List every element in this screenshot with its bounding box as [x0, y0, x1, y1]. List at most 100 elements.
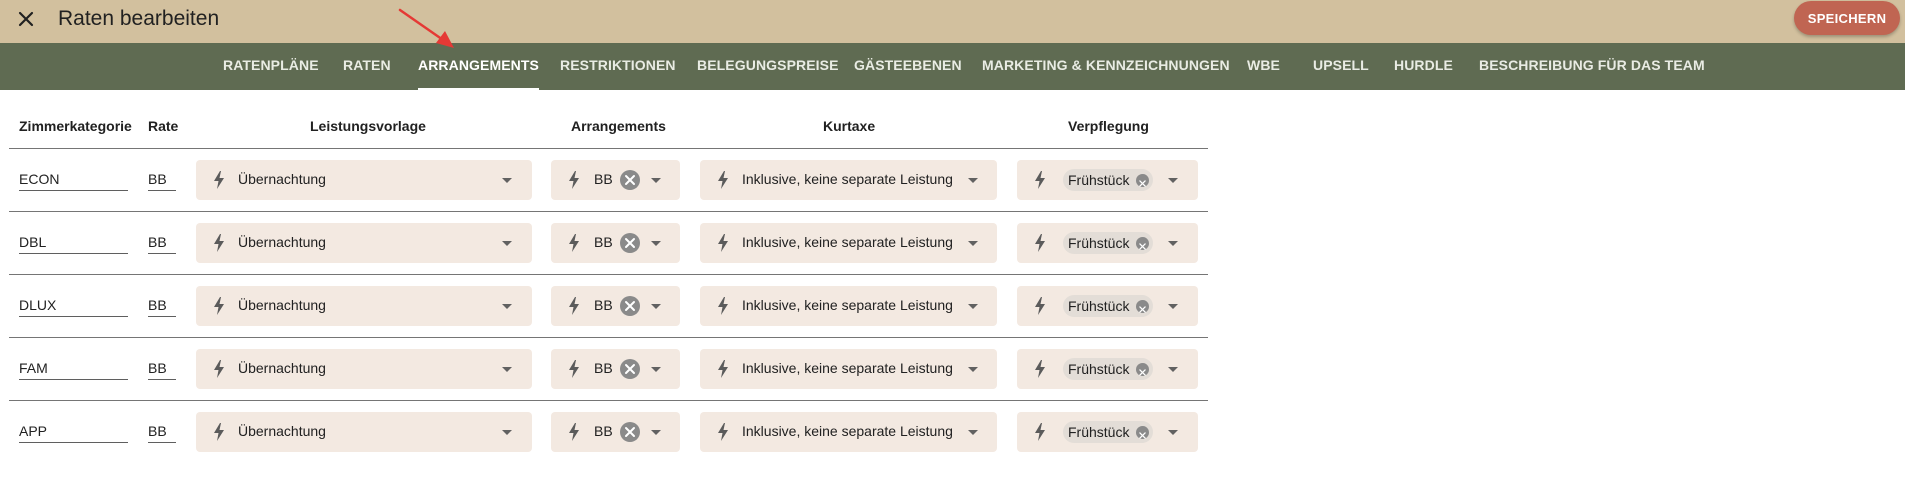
- arrangement-value: BB: [594, 360, 613, 376]
- bolt-icon: [1035, 234, 1045, 252]
- clear-circle-icon[interactable]: [1136, 174, 1150, 187]
- rate-field[interactable]: BB: [148, 297, 167, 313]
- chevron-down-icon[interactable]: [651, 178, 661, 183]
- tab-hurdle[interactable]: HURDLE: [1394, 43, 1453, 90]
- service-template-select[interactable]: Übernachtung: [196, 160, 532, 200]
- catering-select[interactable]: Frühstück: [1017, 160, 1198, 200]
- chevron-down-icon[interactable]: [1168, 430, 1178, 435]
- chevron-down-icon[interactable]: [968, 367, 978, 372]
- tab-ratenplaene[interactable]: RATENPLÄNE: [223, 43, 319, 90]
- rate-field[interactable]: BB: [148, 171, 167, 187]
- chevron-down-icon[interactable]: [968, 304, 978, 309]
- chevron-down-icon[interactable]: [651, 367, 661, 372]
- rate-field[interactable]: BB: [148, 360, 167, 376]
- arrangements-select[interactable]: BB: [551, 223, 680, 263]
- clear-circle-icon[interactable]: [620, 233, 640, 253]
- room-category-underline: [19, 190, 128, 191]
- service-template-select[interactable]: Übernachtung: [196, 286, 532, 326]
- chevron-down-icon[interactable]: [502, 304, 512, 309]
- tab-restriktionen[interactable]: RESTRIKTIONEN: [560, 43, 676, 90]
- room-category-field[interactable]: ECON: [19, 171, 59, 187]
- tab-gaesteebenen[interactable]: GÄSTEEBENEN: [854, 43, 962, 90]
- tab-beschreibung[interactable]: BESCHREIBUNG FÜR DAS TEAM: [1479, 43, 1705, 90]
- bolt-icon: [718, 171, 728, 189]
- save-button[interactable]: SPEICHERN: [1794, 1, 1900, 35]
- arrangements-select[interactable]: BB: [551, 160, 680, 200]
- room-category-field[interactable]: DLUX: [19, 297, 56, 313]
- room-category-field[interactable]: DBL: [19, 234, 46, 250]
- catering-chip-label: Frühstück: [1068, 235, 1130, 251]
- chevron-down-icon[interactable]: [502, 367, 512, 372]
- arrangements-select[interactable]: BB: [551, 349, 680, 389]
- tab-bar: RATENPLÄNE RATEN ARRANGEMENTS RESTRIKTIO…: [0, 43, 1905, 90]
- bolt-icon: [214, 297, 224, 315]
- chevron-down-icon[interactable]: [651, 241, 661, 246]
- clear-circle-icon[interactable]: [1136, 237, 1150, 250]
- bolt-icon: [569, 171, 579, 189]
- page-title: Raten bearbeiten: [58, 7, 220, 30]
- clear-circle-icon[interactable]: [620, 170, 640, 190]
- tourist-tax-select[interactable]: Inklusive, keine separate Leistung: [700, 349, 997, 389]
- chevron-down-icon[interactable]: [1168, 178, 1178, 183]
- table-row-divider: [9, 400, 1208, 401]
- chevron-down-icon[interactable]: [651, 430, 661, 435]
- rate-underline: [148, 253, 176, 254]
- tab-arrangements[interactable]: ARRANGEMENTS: [418, 43, 539, 90]
- clear-circle-icon[interactable]: [620, 422, 640, 442]
- catering-chip-label: Frühstück: [1068, 172, 1130, 188]
- tab-wbe[interactable]: WBE: [1247, 43, 1280, 90]
- service-template-value: Übernachtung: [238, 297, 326, 313]
- chevron-down-icon[interactable]: [1168, 367, 1178, 372]
- chevron-down-icon[interactable]: [502, 178, 512, 183]
- catering-select[interactable]: Frühstück: [1017, 223, 1198, 263]
- chevron-down-icon[interactable]: [968, 178, 978, 183]
- catering-chip-label: Frühstück: [1068, 298, 1130, 314]
- rate-field[interactable]: BB: [148, 234, 167, 250]
- room-category-underline: [19, 442, 128, 443]
- catering-chip: Frühstück: [1063, 358, 1154, 380]
- service-template-select[interactable]: Übernachtung: [196, 223, 532, 263]
- chevron-down-icon[interactable]: [968, 430, 978, 435]
- close-icon[interactable]: [14, 7, 38, 31]
- clear-circle-icon[interactable]: [620, 296, 640, 316]
- chevron-down-icon[interactable]: [968, 241, 978, 246]
- bolt-icon: [718, 234, 728, 252]
- room-category-field[interactable]: APP: [19, 423, 47, 439]
- clear-circle-icon[interactable]: [620, 359, 640, 379]
- chevron-down-icon[interactable]: [1168, 241, 1178, 246]
- room-category-underline: [19, 253, 128, 254]
- catering-select[interactable]: Frühstück: [1017, 286, 1198, 326]
- tab-upsell[interactable]: UPSELL: [1313, 43, 1369, 90]
- tourist-tax-select[interactable]: Inklusive, keine separate Leistung: [700, 286, 997, 326]
- rate-underline: [148, 442, 176, 443]
- bolt-icon: [214, 171, 224, 189]
- tab-raten[interactable]: RATEN: [343, 43, 391, 90]
- service-template-select[interactable]: Übernachtung: [196, 349, 532, 389]
- tourist-tax-select[interactable]: Inklusive, keine separate Leistung: [700, 412, 997, 452]
- tourist-tax-select[interactable]: Inklusive, keine separate Leistung: [700, 160, 997, 200]
- rate-underline: [148, 190, 176, 191]
- chevron-down-icon[interactable]: [1168, 304, 1178, 309]
- arrangements-select[interactable]: BB: [551, 286, 680, 326]
- tourist-tax-select[interactable]: Inklusive, keine separate Leistung: [700, 223, 997, 263]
- service-template-select[interactable]: Übernachtung: [196, 412, 532, 452]
- service-template-value: Übernachtung: [238, 234, 326, 250]
- clear-circle-icon[interactable]: [1136, 363, 1150, 376]
- table-row-divider: [9, 148, 1208, 149]
- chevron-down-icon[interactable]: [502, 241, 512, 246]
- room-category-field[interactable]: FAM: [19, 360, 48, 376]
- arrangements-select[interactable]: BB: [551, 412, 680, 452]
- chevron-down-icon[interactable]: [502, 430, 512, 435]
- catering-select[interactable]: Frühstück: [1017, 412, 1198, 452]
- tab-marketing[interactable]: MARKETING & KENNZEICHNUNGEN: [982, 43, 1230, 90]
- bolt-icon: [569, 360, 579, 378]
- rate-field[interactable]: BB: [148, 423, 167, 439]
- arrangement-value: BB: [594, 297, 613, 313]
- catering-select[interactable]: Frühstück: [1017, 349, 1198, 389]
- bolt-icon: [214, 360, 224, 378]
- tab-belegungspreise[interactable]: BELEGUNGSPREISE: [697, 43, 839, 90]
- chevron-down-icon[interactable]: [651, 304, 661, 309]
- arrangement-value: BB: [594, 423, 613, 439]
- clear-circle-icon[interactable]: [1136, 426, 1150, 439]
- clear-circle-icon[interactable]: [1136, 300, 1150, 313]
